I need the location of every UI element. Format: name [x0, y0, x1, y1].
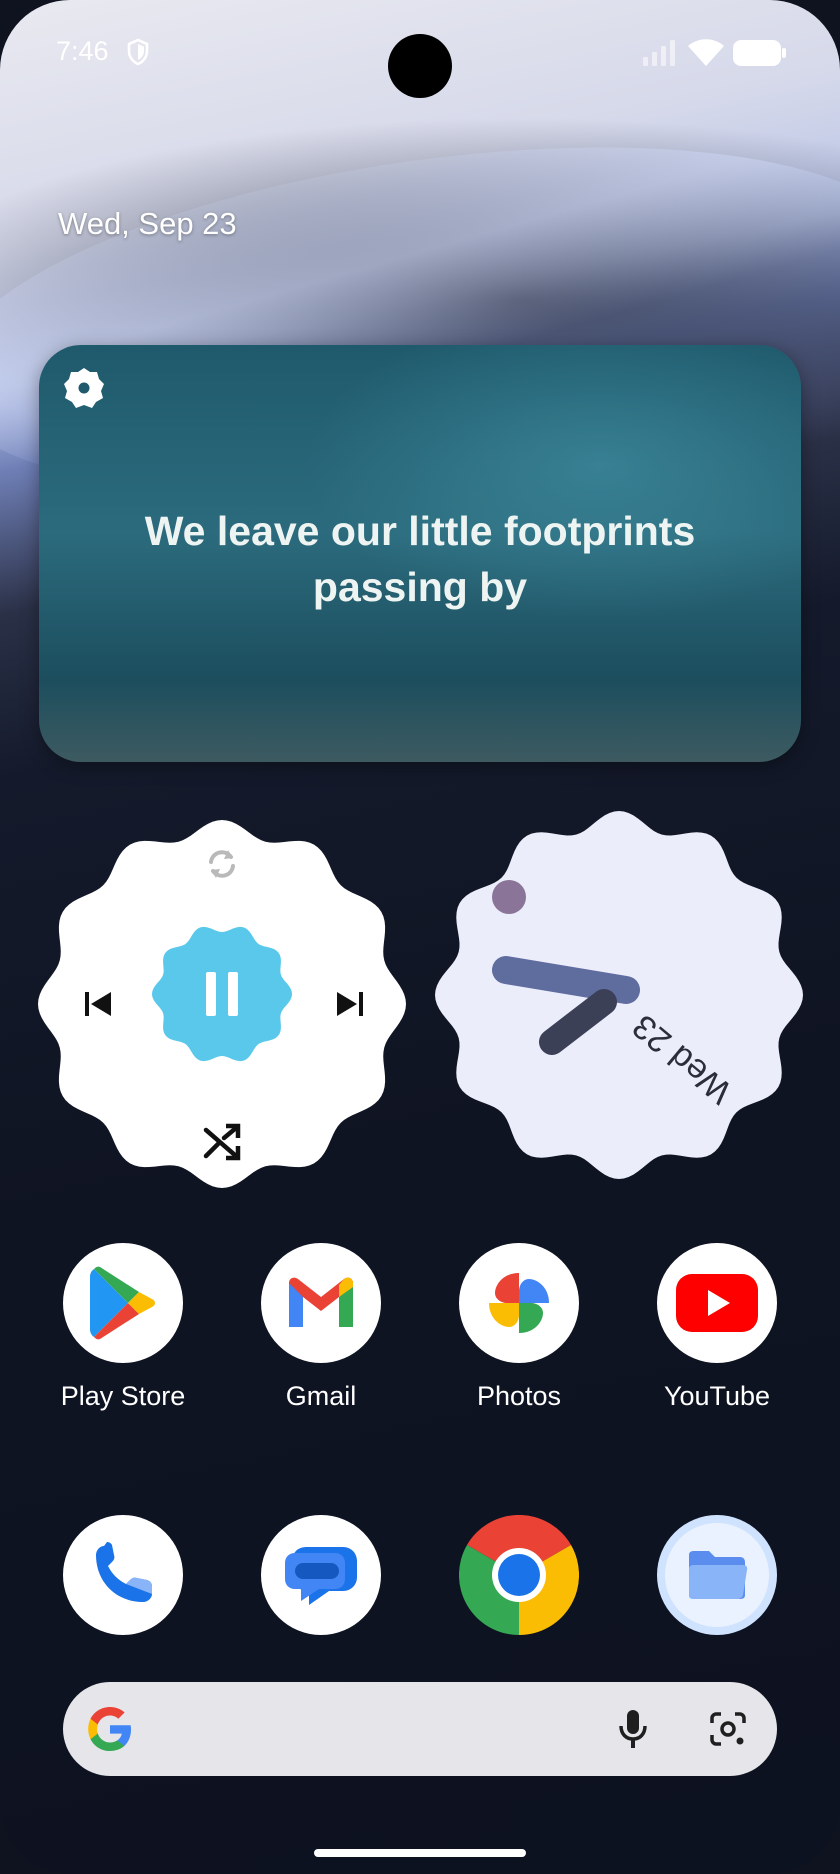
dock-files[interactable]: [657, 1515, 777, 1635]
shuffle-icon[interactable]: [198, 1118, 246, 1166]
app-label: YouTube: [663, 1381, 771, 1411]
photos-icon: [459, 1243, 579, 1363]
google-search-bar[interactable]: [63, 1682, 777, 1776]
phone-icon: [63, 1515, 183, 1635]
pause-button[interactable]: [152, 924, 292, 1064]
dock-messages[interactable]: [261, 1515, 381, 1635]
files-icon: [657, 1515, 777, 1635]
google-logo-icon: [88, 1707, 131, 1751]
clock-face: Wed 23: [435, 811, 803, 1179]
home-date[interactable]: Wed, Sep 23: [58, 206, 237, 242]
youtube-icon: [657, 1243, 777, 1363]
app-label: Play Store: [60, 1381, 186, 1411]
app-label: Gmail: [285, 1381, 357, 1411]
lens-icon[interactable]: [709, 1711, 747, 1747]
dock-chrome[interactable]: [459, 1515, 579, 1635]
repeat-icon[interactable]: [198, 840, 246, 888]
mic-icon[interactable]: [617, 1708, 649, 1750]
camera-cutout: [388, 34, 452, 98]
app-label: Photos: [476, 1381, 562, 1411]
quote-text: We leave our little footprints passing b…: [144, 508, 696, 610]
previous-icon[interactable]: [74, 980, 122, 1028]
app-play-store[interactable]: Play Store: [61, 1243, 185, 1412]
quote-widget[interactable]: We leave our little footprints passing b…: [39, 345, 801, 762]
chrome-icon: [459, 1515, 579, 1635]
pause-button-background: [152, 926, 292, 1062]
gmail-icon: [261, 1243, 381, 1363]
app-gmail[interactable]: Gmail: [261, 1243, 381, 1412]
messages-icon: [261, 1515, 381, 1635]
dock-phone[interactable]: [63, 1515, 183, 1635]
cell-signal-icon: [643, 40, 675, 66]
status-time: 7:46: [56, 36, 109, 66]
clock-dot: [492, 880, 526, 914]
play-store-icon: [63, 1243, 183, 1363]
analog-clock-widget[interactable]: Wed 23: [434, 810, 804, 1180]
wifi-icon: [688, 39, 724, 66]
app-photos[interactable]: Photos: [459, 1243, 579, 1412]
media-player-widget[interactable]: [38, 820, 406, 1188]
clock-hour-hand: [492, 956, 640, 1004]
home-gesture-bar[interactable]: [314, 1849, 526, 1857]
home-screen: 7:46 Wed, Sep 23 We leave our little foo…: [0, 0, 840, 1874]
widget-logo-icon: [64, 368, 104, 408]
app-youtube[interactable]: YouTube: [657, 1243, 777, 1412]
next-icon[interactable]: [326, 980, 374, 1028]
battery-icon: [733, 40, 786, 66]
shield-icon: [127, 38, 149, 66]
